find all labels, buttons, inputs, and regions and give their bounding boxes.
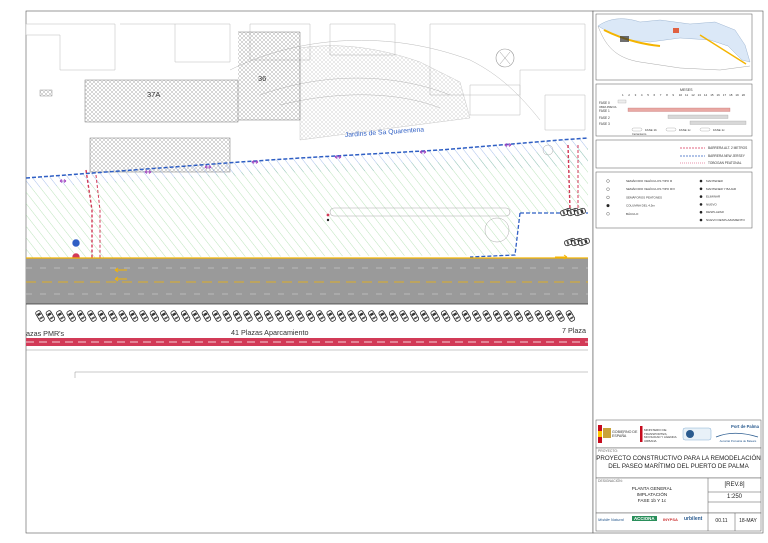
drawing-title-2: IMPLATACIÓN [636,492,668,497]
key-map [595,13,753,81]
legend-symbol-label: COLUMNA DEL 4,5m [626,204,655,208]
month-number: 18 [729,93,733,97]
phase-key-3: FASE 1c [713,128,725,132]
sheet-number: 00.11 [715,518,728,524]
phase-3-label: FASE 3 [599,122,610,126]
month-number: 10 [679,93,683,97]
legend-symbol-label: SEMÁFORO VEHÍCULOS TIPO R [626,179,673,183]
road [26,258,588,304]
parcel-37a-label: 37A [147,90,160,99]
month-number: 13 [698,93,702,97]
phase-note: Cerramiento [632,132,647,136]
legend-symbol-label: BÁCULO [626,212,639,216]
drawing-title-3: FASE 1b Y 1c [637,498,667,503]
phase-key-1: FASE 1b [645,128,657,132]
pmr-parking-label: azas PMR's [26,329,65,338]
legend-symbol-icon [606,204,610,208]
legend-status-icon [699,195,703,198]
phase-2-label: FASE 2 [599,116,610,120]
ministry-label: MINISTERIO DE TRANSPORTES, MOVILIDAD Y A… [644,428,677,443]
legend-status-label: DESPLAZAR [706,210,725,214]
symbols-legend: SEMÁFORO VEHÍCULOS TIPO R SEMÁFORO VEHÍCU… [595,171,753,229]
month-number: 20 [742,93,746,97]
parcel-37a [84,79,239,123]
legend-status-icon [699,218,703,222]
logo-inypsa: INYPSA [663,517,678,522]
drawing-caption: DESIGNACIÓN: [598,479,623,483]
barrier-legend: BARRERA ALT. 2 METROS BARRERA NEW JERSEY… [595,139,753,169]
drawing-title-1: PLANTA GENERAL [631,486,673,491]
legend-tobogan: TOBOGAN PEATONAL [708,161,742,165]
logo-acciona: ACCIONA [632,516,657,521]
phase-0-label: FASE 0 [599,101,610,105]
project-title-line-2: DEL PASEO MARÍTIMO DEL PUERTO DE PALMA [608,463,749,470]
legend-status-label: NUEVO DESPLAZAMIENTO [706,218,745,222]
legend-barrier-2m: BARRERA ALT. 2 METROS [708,146,747,150]
revision-label: [REV.8] [724,482,745,488]
legend-symbol-icon [606,187,610,191]
project-title-line-1: PROYECTO CONSTRUCTIVO PARA LA REMODELACI… [596,455,761,462]
parcel-36-label: 36 [258,74,266,83]
phase-1-bar [627,107,731,112]
phase-1-label: FASE 1 [599,109,610,113]
legend-status-label: ELIMINAR [706,195,721,199]
legend-status-label: MANTENER [706,179,724,183]
traffic-signal-icon [71,238,81,248]
logo-urbilent: urbilent [684,516,703,522]
month-number: 12 [691,93,695,97]
phase-key-2: FASE 1c [679,128,691,132]
project-caption: PROYECTO: [598,449,618,453]
legend-symbol-icon [606,212,610,216]
port-name: Port de Palma [731,424,759,429]
parking-count-label: 41 Plazas Aparcamiento [231,328,309,337]
scale-label: 1:250 [726,494,742,500]
legend-status-icon [699,187,703,191]
parcel-36 [238,31,301,121]
legend-status-icon [699,179,703,183]
month-number: 17 [723,93,727,97]
legend-barrier-nj: BARRERA NEW JERSEY [708,154,746,158]
month-number: 19 [735,93,739,97]
legend-status-label: NUEVO [706,202,717,206]
legend-status-label: MANTENER Y BAJAR [706,187,737,191]
month-number: 15 [710,93,714,97]
phase-2-bar [667,114,729,119]
month-number: 14 [704,93,708,97]
port-authority: Autoritat Portuària de Balears [719,439,757,443]
months-header: MESES [680,88,693,92]
month-number: 11 [685,93,688,97]
phase-3-bar [689,120,747,125]
legend-status-icon [699,203,703,206]
legend-status-icon [699,210,703,214]
logo-mobile-natural: Mobile Natural [598,517,624,522]
legend-symbol-icon [606,195,610,199]
date-label: 18-MAY [739,518,757,524]
phases-legend: MESES 1 2 3 4 5 6 7 8 9 10 11 12 13 14 15 16 17 18 19 20 FA… [595,83,753,137]
parking-right-label: 7 Plaza [562,326,586,335]
month-number: 16 [717,93,721,97]
legend-symbol-label: SEMÁFORO VEHÍCULOS TIPO R/V [626,187,675,191]
authority-left: GOBIERNO DE ESPAÑA [612,430,638,438]
legend-symbol-label: SEMÁFOROS PEATONES [626,195,662,199]
legend-symbol-icon [606,179,610,183]
